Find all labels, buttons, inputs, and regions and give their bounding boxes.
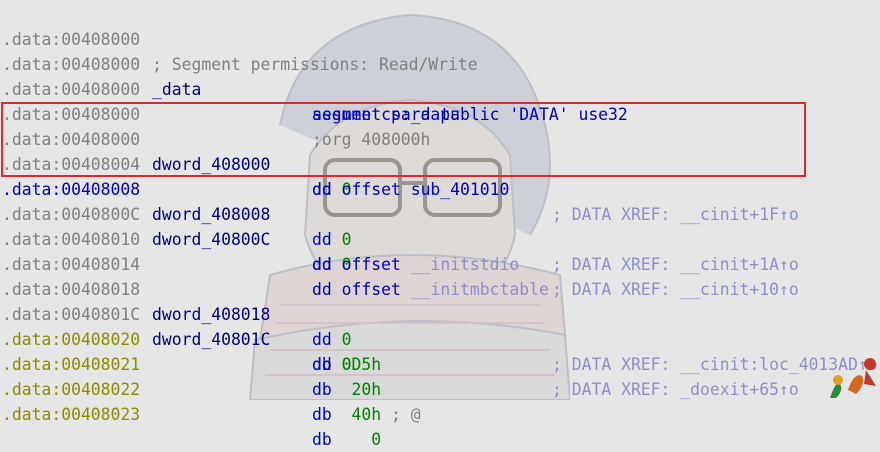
disasm-line[interactable]: .data:00408010 dd offset __initstdio xyxy=(0,202,880,274)
disasm-line[interactable]: .data:00408008 dword_408008 dd 0 ; DATA … xyxy=(0,152,880,274)
disasm-line[interactable]: .data:0040801C dword_40801C dd 0 ; DATA … xyxy=(0,277,880,399)
disasm-line[interactable]: .data:0040800C dword_40800C dd 0 ; DATA … xyxy=(0,177,880,299)
disasm-line[interactable]: .data:00408000 ; Segment permissions: Re… xyxy=(0,2,880,74)
instruction: db 0 xyxy=(312,427,381,452)
inline-comment: ; @ xyxy=(381,405,421,424)
mnemonic: db xyxy=(312,430,332,449)
disasm-line[interactable]: .data:00408018 dword_408018 dd 0 ; DATA … xyxy=(0,252,880,374)
disasm-line[interactable]: .data:00408000 ;org 408000h xyxy=(0,77,880,149)
disasm-line[interactable]: .data:00408020 db 0D5h xyxy=(0,302,880,374)
disasm-line[interactable]: .data:00408000 assume cs:_data xyxy=(0,52,880,124)
disasm-line[interactable]: .data:00408022 db 40h ; @ xyxy=(0,352,880,424)
operand: 40h xyxy=(341,405,382,424)
mnemonic: db xyxy=(312,405,332,424)
disasm-line[interactable]: .data:00408004 dd offset sub_401010 xyxy=(0,127,880,199)
operand: 0 xyxy=(341,430,382,449)
instruction: db 40h ; @ xyxy=(312,402,421,427)
disasm-line[interactable]: .data:00408000 _data segment para public… xyxy=(0,27,880,124)
disasm-line[interactable]: .data:00408021 db 20h xyxy=(0,327,880,399)
address: .data:00408023 xyxy=(2,405,141,424)
disasm-line[interactable]: .data:00408023 db 0 xyxy=(0,377,880,449)
disasm-line[interactable]: .data:00408014 dd offset __initmbctable xyxy=(0,227,880,299)
disasm-line[interactable]: .data:00408000 dword_408000 dd 0 ; DATA … xyxy=(0,102,880,224)
